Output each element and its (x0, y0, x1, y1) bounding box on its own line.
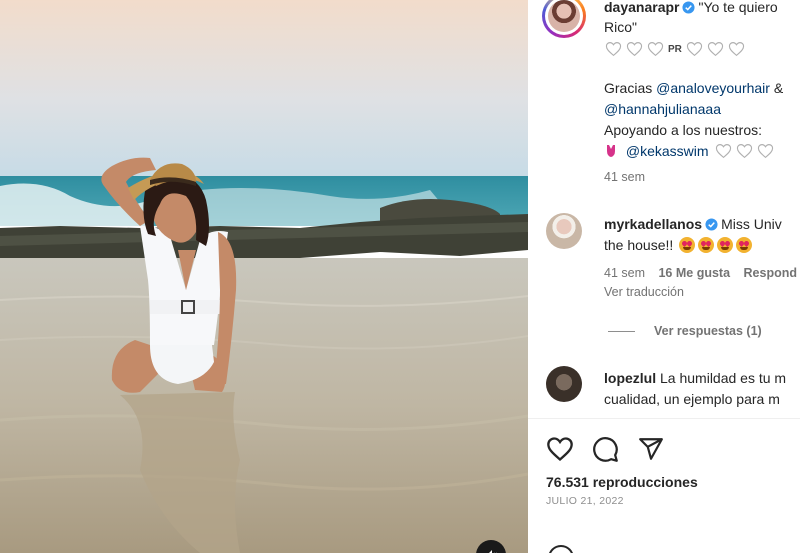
caption-line-1: dayanarapr "Yo te quiero (604, 0, 778, 18)
reply-button[interactable]: Respond (744, 266, 797, 280)
heart-icon[interactable] (546, 436, 574, 462)
white-heart-icon (686, 42, 703, 57)
white-heart-icon (707, 42, 724, 57)
caption-amp: & (773, 80, 784, 96)
caption-timestamp[interactable]: 41 sem (604, 170, 645, 184)
translate-link[interactable]: Ver traducción (604, 285, 684, 299)
post-side-panel: dayanarapr "Yo te quiero Rico" PR Gracias… (528, 0, 800, 553)
white-heart-icon (728, 42, 745, 57)
caption-thanks-line: Gracias @analoveyourhair & (604, 78, 783, 99)
mute-icon (486, 550, 497, 553)
white-heart-icon (605, 42, 622, 57)
comment-icon[interactable] (592, 436, 619, 463)
mention-link[interactable]: @analoveyourhair (656, 80, 770, 96)
heart-eyes-emoji-icon (717, 237, 734, 253)
avatar[interactable] (546, 213, 582, 249)
comment-text-line2: the house!! (604, 237, 674, 253)
caption-text-line2: Rico" (604, 19, 637, 35)
comment-line-1: myrkadellanos Miss Univ (604, 214, 782, 235)
post-media[interactable] (0, 0, 528, 553)
emoji-picker-icon[interactable] (548, 545, 574, 553)
comment-timestamp[interactable]: 41 sem (604, 266, 645, 280)
replies-divider (608, 331, 635, 332)
heart-eyes-emoji-icon (679, 237, 696, 253)
beach-photo (0, 0, 528, 553)
caption-username[interactable]: dayanarapr (604, 0, 679, 15)
comment-username[interactable]: myrkadellanos (604, 216, 702, 232)
comment-meta: 41 sem 16 Me gusta Respond (604, 266, 797, 280)
avatar[interactable] (542, 0, 586, 38)
verified-badge-icon (705, 218, 718, 231)
comment-text-line2: cualidad, un ejemplo para m (604, 391, 780, 407)
caption-thanks: Gracias (604, 80, 653, 96)
view-replies-button[interactable]: Ver respuestas (1) (654, 324, 762, 338)
share-icon[interactable] (638, 436, 664, 462)
section-divider (528, 418, 800, 419)
comment-text: Miss Univ (721, 216, 782, 232)
post-date: JULIO 21, 2022 (546, 495, 624, 507)
mention-link[interactable]: @hannahjulianaaa (604, 101, 721, 117)
views-count[interactable]: 76.531 reproducciones (546, 472, 698, 493)
white-heart-icon (758, 144, 774, 159)
white-heart-icon (716, 144, 732, 159)
white-heart-icon (626, 42, 643, 57)
mention-link[interactable]: @kekasswim (626, 143, 709, 159)
caption-swim-line: @kekasswim (604, 141, 774, 162)
caption-text: "Yo te quiero (698, 0, 778, 15)
caption-emoji-row: PR (605, 41, 745, 57)
heart-eyes-emoji-icon (736, 237, 753, 253)
swimsuit-icon (607, 145, 615, 157)
comment-line-1: lopezlul La humildad es tu m (604, 368, 786, 389)
white-heart-icon (647, 42, 664, 57)
comment-likes[interactable]: 16 Me gusta (658, 266, 730, 280)
comment-text: La humildad es tu m (660, 370, 787, 386)
avatar[interactable] (546, 366, 582, 402)
comment-username[interactable]: lopezlul (604, 370, 656, 386)
heart-eyes-emoji-icon (698, 237, 715, 253)
comment-line-2: the house!! (604, 235, 755, 256)
verified-badge-icon (682, 1, 696, 14)
pr-flag-label: PR (668, 43, 682, 55)
white-heart-icon (737, 144, 753, 159)
caption-support-text: Apoyando a los nuestros: (604, 122, 762, 138)
caption-mention-line: @hannahjulianaaa (604, 99, 721, 120)
